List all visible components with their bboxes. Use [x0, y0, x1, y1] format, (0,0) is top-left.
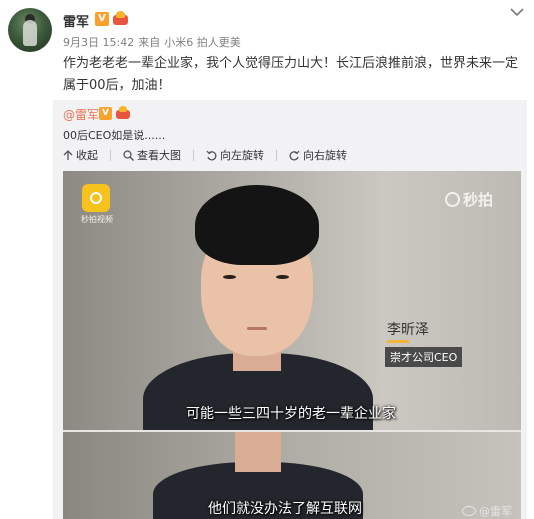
repost-text: 00后CEO如是说...... [63, 129, 166, 142]
post-source[interactable]: 小米6 拍人更美 [164, 36, 241, 49]
repost-panel: @雷军 V 00后CEO如是说...... 收起 查看大图 向左旋转 向右旋转 … [53, 100, 527, 519]
video-subtitle-1: 可能一些三四十岁的老一辈企业家 [186, 406, 396, 422]
video-screenshot-image[interactable]: 秒拍视频 秒拍 李昕泽 崇才公司CEO 可能一些三四十岁的老一辈企业家 他们就没… [63, 171, 521, 519]
verified-v-icon[interactable]: V [99, 107, 112, 120]
post-timestamp[interactable]: 9月3日 15:42 [63, 36, 134, 49]
rotate-right-button[interactable]: 向右旋转 [289, 147, 347, 163]
rotate-right-icon [289, 150, 300, 160]
member-crown-icon[interactable] [115, 106, 131, 120]
person-mouth [247, 327, 267, 330]
toolbar-divider [276, 149, 277, 161]
weibo-post: 雷军 V 9月3日 15:42 来自 小米6 拍人更美 作为老老老一辈企业家，我个人… [0, 0, 534, 519]
miaopai-logo-ring [90, 192, 102, 204]
post-content: 作为老老老一辈企业家，我个人觉得压力山大！长江后浪推前浪，世界未来一定属于00后… [63, 56, 519, 93]
person-figure [143, 171, 373, 453]
repost-author[interactable]: @雷军 [63, 106, 99, 123]
weibo-eye-icon [462, 506, 476, 516]
weibo-watermark: @雷军 [462, 503, 512, 519]
toolbar-divider [193, 149, 194, 161]
rotate-left-icon [206, 150, 217, 160]
rotate-left-label: 向左旋转 [220, 149, 264, 162]
person-eye [276, 275, 289, 279]
magnifier-icon [123, 149, 134, 161]
watermark-ring-icon [445, 192, 460, 207]
view-large-label: 查看大图 [137, 149, 181, 162]
person-neck [235, 432, 281, 472]
rotate-left-button[interactable]: 向左旋转 [206, 147, 264, 163]
post-meta: 9月3日 15:42 来自 小米6 拍人更美 [63, 34, 245, 50]
weibo-watermark-text: @雷军 [479, 505, 512, 518]
view-large-button[interactable]: 查看大图 [123, 147, 181, 163]
miaopai-logo [82, 184, 110, 212]
person-name-tag: 李昕泽 崇才公司CEO [385, 319, 463, 367]
miaopai-watermark: 秒拍 [445, 189, 493, 210]
person-name: 李昕泽 [387, 322, 429, 338]
avatar-figure-body [23, 20, 37, 46]
collapse-label: 收起 [76, 149, 98, 162]
author-avatar[interactable] [8, 8, 52, 52]
source-prefix: 来自 [138, 36, 161, 49]
toolbar-divider [110, 149, 111, 161]
author-name[interactable]: 雷军 [63, 11, 89, 30]
member-crown-icon[interactable] [112, 11, 129, 26]
image-toolbar: 收起 查看大图 向左旋转 向右旋转 [63, 146, 359, 164]
chevron-down-icon[interactable] [509, 6, 525, 18]
collapse-button[interactable]: 收起 [63, 147, 98, 163]
name-tag-bar [387, 340, 409, 343]
person-hair [195, 185, 319, 265]
person-title: 崇才公司CEO [385, 347, 463, 367]
miaopai-logo-caption: 秒拍视频 [81, 215, 113, 224]
video-frame-top: 秒拍视频 秒拍 李昕泽 崇才公司CEO 可能一些三四十岁的老一辈企业家 [63, 171, 521, 453]
crown-top [116, 11, 125, 18]
verified-v-icon[interactable]: V [95, 12, 109, 26]
video-subtitle-2: 他们就没办法了解互联网 [208, 501, 362, 517]
crown-top [119, 106, 127, 112]
rotate-right-label: 向右旋转 [303, 149, 347, 162]
person-eye [223, 275, 236, 279]
watermark-text: 秒拍 [463, 191, 494, 209]
collapse-arrow-icon [63, 149, 73, 160]
